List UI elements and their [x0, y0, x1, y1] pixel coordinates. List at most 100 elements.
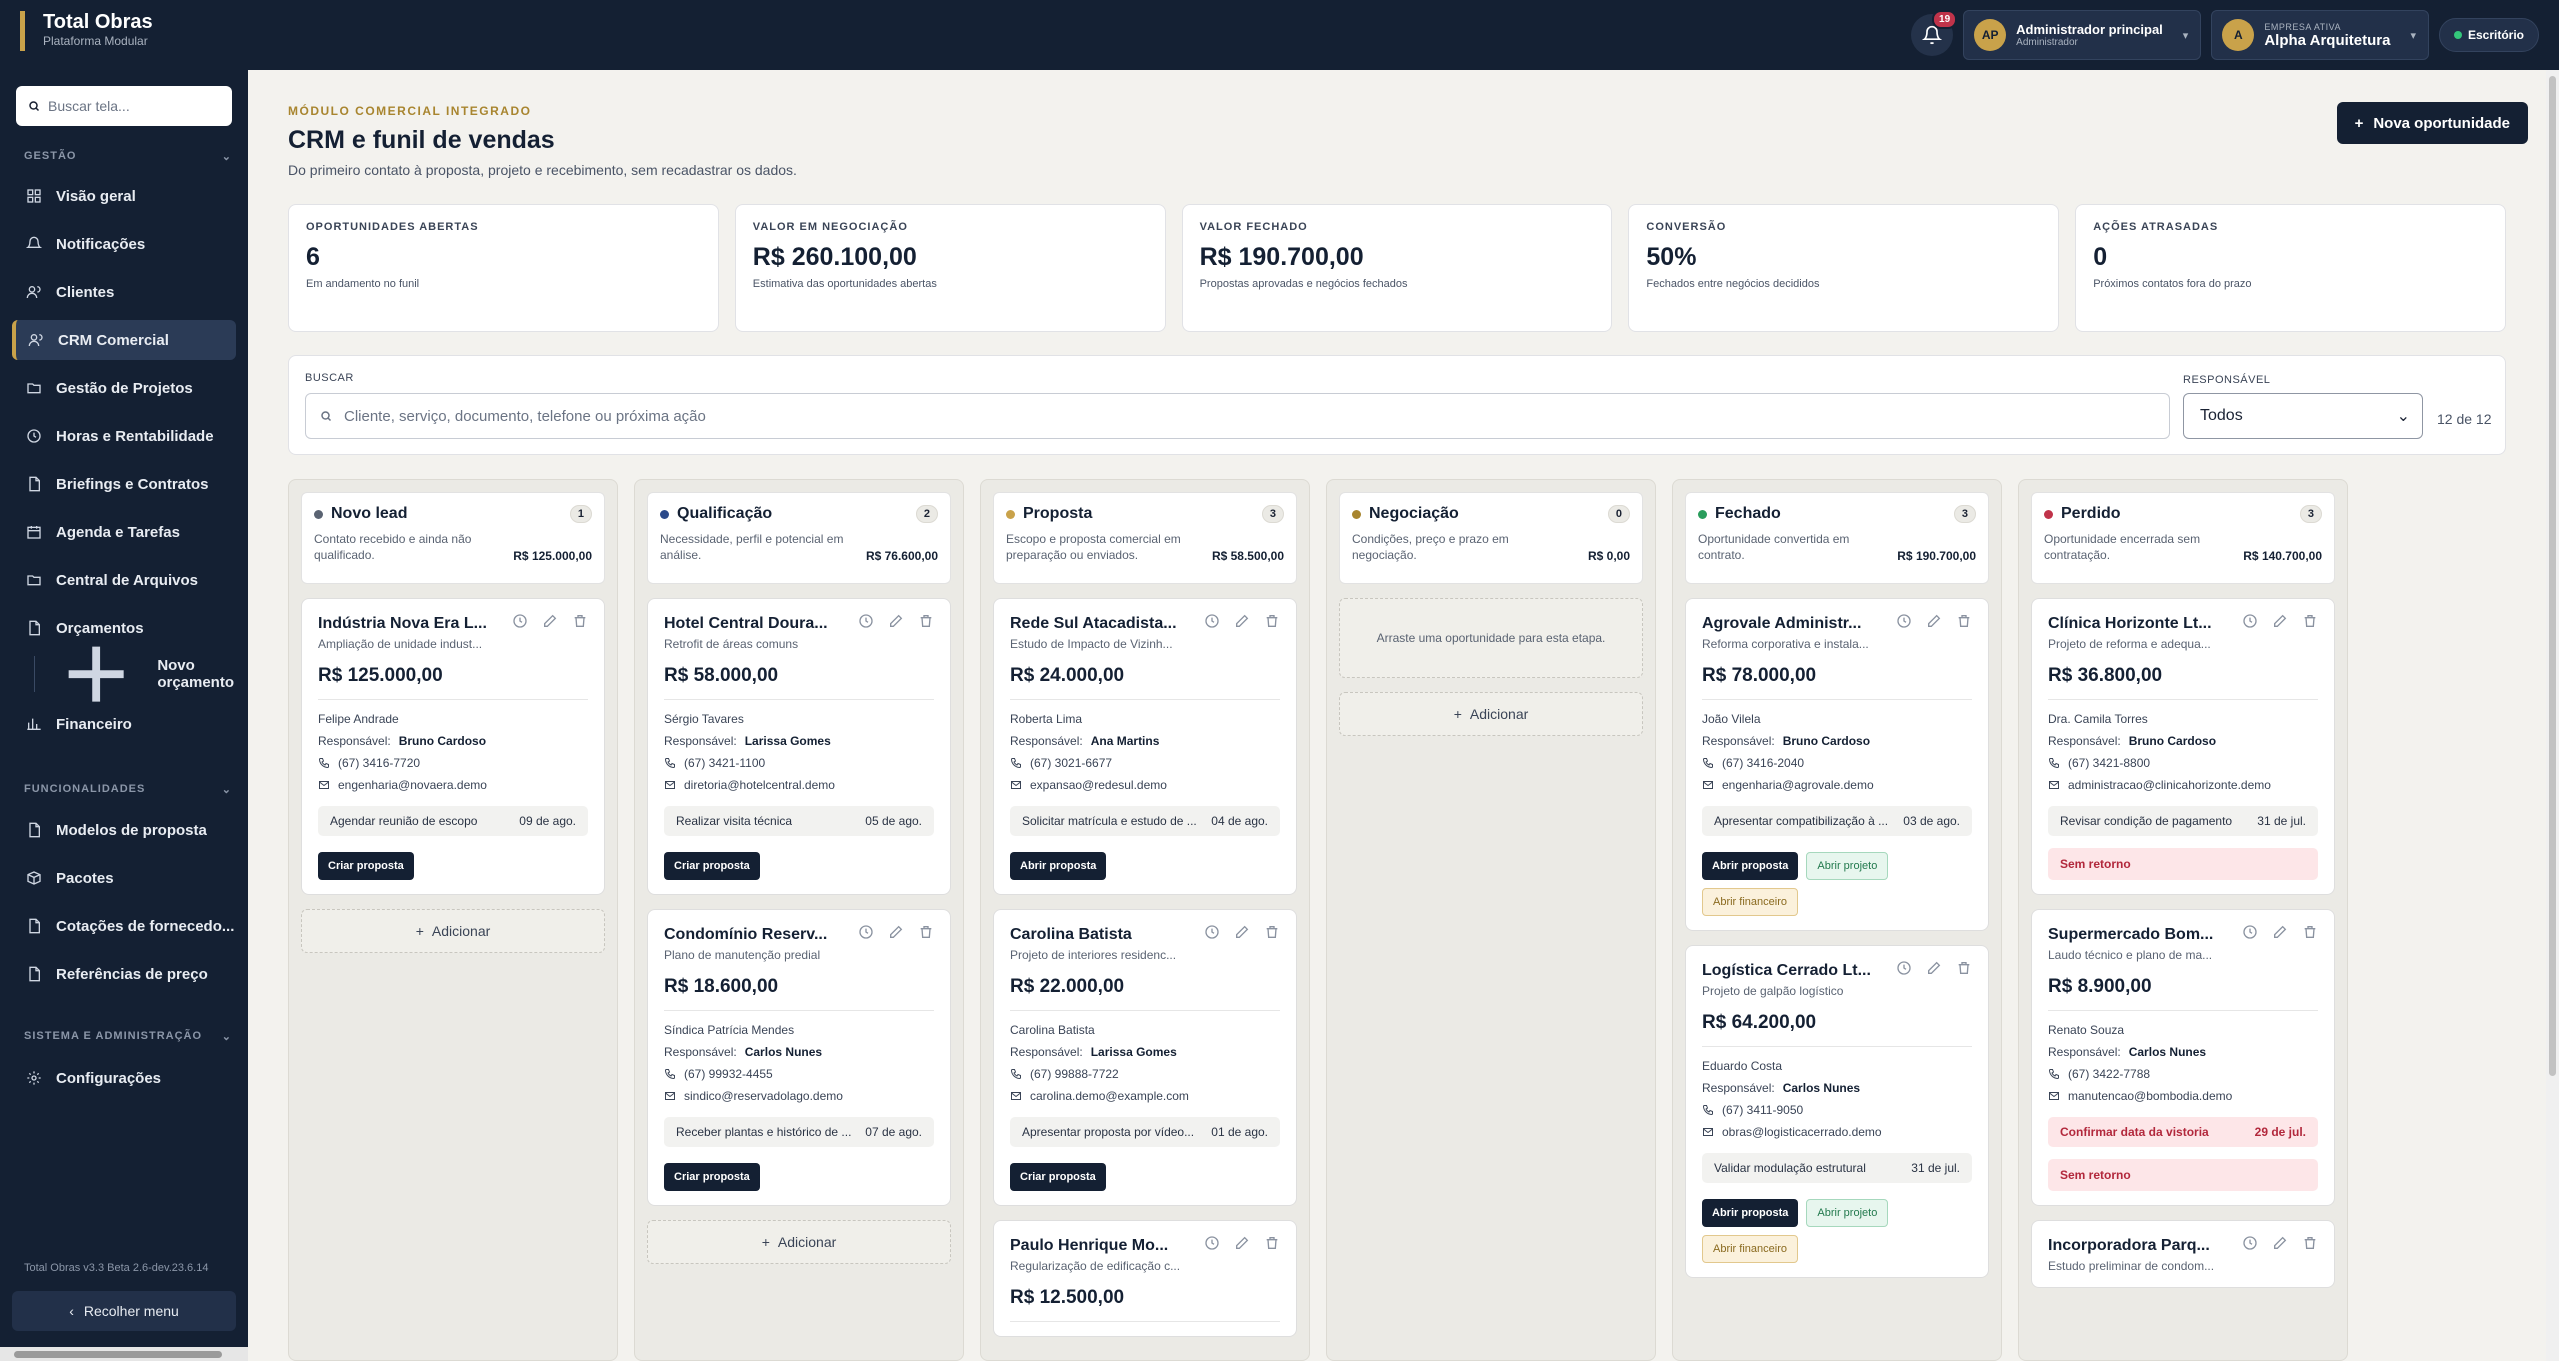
- scrollbar-thumb[interactable]: [2549, 76, 2556, 1076]
- delete-button[interactable]: [1264, 1235, 1280, 1256]
- delete-button[interactable]: [572, 613, 588, 634]
- opportunity-card[interactable]: Condomínio Reserv... Plano de manutenção…: [647, 909, 951, 1206]
- sidebar-search-input[interactable]: Buscar tela...: [16, 86, 232, 126]
- delete-button[interactable]: [918, 924, 934, 945]
- sidebar-item[interactable]: Referências de preço: [12, 954, 236, 994]
- edit-button[interactable]: [888, 613, 904, 634]
- kanban-column[interactable]: Negociação 0 Condições, preço e prazo em…: [1326, 479, 1656, 1361]
- history-button[interactable]: [2242, 1235, 2258, 1256]
- card-action-button[interactable]: Criar proposta: [1010, 1163, 1106, 1191]
- card-phone[interactable]: (67) 3421-1100: [664, 756, 934, 770]
- user-menu[interactable]: AP Administrador principal Administrador…: [1963, 10, 2202, 60]
- sidebar-item[interactable]: Modelos de proposta: [12, 810, 236, 850]
- card-action-button[interactable]: Criar proposta: [318, 852, 414, 880]
- new-opportunity-button[interactable]: + Nova oportunidade: [2336, 102, 2528, 144]
- history-button[interactable]: [2242, 924, 2258, 945]
- history-button[interactable]: [512, 613, 528, 634]
- card-action-button[interactable]: Abrir proposta: [1702, 852, 1799, 880]
- opportunity-card[interactable]: Carolina Batista Projeto de interiores r…: [993, 909, 1297, 1206]
- sidebar-item[interactable]: Horas e Rentabilidade: [12, 416, 236, 456]
- opportunity-card[interactable]: Indústria Nova Era L... Ampliação de uni…: [301, 598, 605, 895]
- opportunity-card[interactable]: Rede Sul Atacadista... Estudo de Impacto…: [993, 598, 1297, 895]
- delete-button[interactable]: [1956, 613, 1972, 634]
- history-button[interactable]: [1896, 960, 1912, 981]
- edit-button[interactable]: [888, 924, 904, 945]
- card-email[interactable]: manutencao@bombodia.demo: [2048, 1089, 2318, 1103]
- edit-button[interactable]: [1234, 1235, 1250, 1256]
- card-email[interactable]: carolina.demo@example.com: [1010, 1089, 1280, 1103]
- sidebar-item[interactable]: CRM Comercial: [12, 320, 236, 360]
- brand[interactable]: Total Obras Plataforma Modular: [20, 11, 153, 51]
- delete-button[interactable]: [2302, 613, 2318, 634]
- kanban-column[interactable]: Qualificação 2 Necessidade, perfil e pot…: [634, 479, 964, 1361]
- card-phone[interactable]: (67) 3021-6677: [1010, 756, 1280, 770]
- card-phone[interactable]: (67) 99888-7722: [1010, 1067, 1280, 1081]
- card-email[interactable]: obras@logisticacerrado.demo: [1702, 1125, 1972, 1139]
- vertical-scrollbar[interactable]: [2546, 70, 2559, 1361]
- search-input[interactable]: Cliente, serviço, documento, telefone ou…: [305, 393, 2170, 439]
- opportunity-card[interactable]: Clínica Horizonte Lt... Projeto de refor…: [2031, 598, 2335, 895]
- kanban-column[interactable]: Perdido 3 Oportunidade encerrada sem con…: [2018, 479, 2348, 1361]
- card-email[interactable]: administracao@clinicahorizonte.demo: [2048, 778, 2318, 792]
- notifications-button[interactable]: 19: [1911, 10, 1958, 56]
- card-action-button[interactable]: Criar proposta: [664, 852, 760, 880]
- delete-button[interactable]: [1264, 613, 1280, 634]
- history-button[interactable]: [858, 613, 874, 634]
- delete-button[interactable]: [2302, 1235, 2318, 1256]
- card-email[interactable]: diretoria@hotelcentral.demo: [664, 778, 934, 792]
- edit-button[interactable]: [1926, 613, 1942, 634]
- card-action-button[interactable]: Criar proposta: [664, 1163, 760, 1191]
- add-card-button[interactable]: + Adicionar: [647, 1220, 951, 1264]
- history-button[interactable]: [1896, 613, 1912, 634]
- card-email[interactable]: sindico@reservadolago.demo: [664, 1089, 934, 1103]
- card-action-button[interactable]: Abrir projeto: [1806, 852, 1889, 880]
- card-action-button[interactable]: Abrir proposta: [1702, 1199, 1799, 1227]
- opportunity-card[interactable]: Agrovale Administr... Reforma corporativ…: [1685, 598, 1989, 931]
- sidebar-item[interactable]: Financeiro: [12, 704, 236, 744]
- history-button[interactable]: [1204, 613, 1220, 634]
- card-action-button[interactable]: Abrir financeiro: [1702, 888, 1798, 916]
- card-phone[interactable]: (67) 99932-4455: [664, 1067, 934, 1081]
- history-button[interactable]: [2242, 613, 2258, 634]
- sidebar-item[interactable]: Visão geral: [12, 176, 236, 216]
- card-phone[interactable]: (67) 3416-7720: [318, 756, 588, 770]
- drop-zone[interactable]: Arraste uma oportunidade para esta etapa…: [1339, 598, 1643, 678]
- company-switcher[interactable]: A EMPRESA ATIVA Alpha Arquitetura ▾: [2211, 10, 2429, 60]
- horizontal-scrollbar[interactable]: [0, 1347, 248, 1361]
- sidebar-item[interactable]: Central de Arquivos: [12, 560, 236, 600]
- section-sistema[interactable]: SISTEMA E ADMINISTRAÇÃO ⌄: [24, 1030, 232, 1043]
- sidebar-item[interactable]: Cotações de fornecedo...: [12, 906, 236, 946]
- card-phone[interactable]: (67) 3416-2040: [1702, 756, 1972, 770]
- history-button[interactable]: [1204, 924, 1220, 945]
- sidebar-item[interactable]: Pacotes: [12, 858, 236, 898]
- edit-button[interactable]: [2272, 924, 2288, 945]
- edit-button[interactable]: [542, 613, 558, 634]
- edit-button[interactable]: [1234, 613, 1250, 634]
- add-card-button[interactable]: + Adicionar: [1339, 692, 1643, 736]
- card-phone[interactable]: (67) 3421-8800: [2048, 756, 2318, 770]
- delete-button[interactable]: [1956, 960, 1972, 981]
- sidebar-item[interactable]: Notificações: [12, 224, 236, 264]
- sidebar-item[interactable]: Gestão de Projetos: [12, 368, 236, 408]
- add-card-button[interactable]: + Adicionar: [301, 909, 605, 953]
- owner-select[interactable]: Todos ⌄: [2183, 393, 2423, 439]
- sidebar-item[interactable]: Novo orçamento: [34, 646, 234, 702]
- kanban-column[interactable]: Novo lead 1 Contato recebido e ainda não…: [288, 479, 618, 1361]
- sidebar-item[interactable]: Clientes: [12, 272, 236, 312]
- edit-button[interactable]: [2272, 1235, 2288, 1256]
- delete-button[interactable]: [918, 613, 934, 634]
- history-button[interactable]: [858, 924, 874, 945]
- scrollbar-thumb[interactable]: [14, 1351, 222, 1358]
- sidebar-item[interactable]: Agenda e Tarefas: [12, 512, 236, 552]
- card-action-button[interactable]: Abrir financeiro: [1702, 1235, 1798, 1263]
- delete-button[interactable]: [1264, 924, 1280, 945]
- edit-button[interactable]: [1926, 960, 1942, 981]
- collapse-menu-button[interactable]: ‹ Recolher menu: [12, 1291, 236, 1331]
- edit-button[interactable]: [1234, 924, 1250, 945]
- history-button[interactable]: [1204, 1235, 1220, 1256]
- opportunity-card[interactable]: Paulo Henrique Mo... Regularização de ed…: [993, 1220, 1297, 1337]
- sidebar-item[interactable]: Configurações: [12, 1058, 236, 1098]
- card-action-button[interactable]: Abrir projeto: [1806, 1199, 1889, 1227]
- edit-button[interactable]: [2272, 613, 2288, 634]
- delete-button[interactable]: [2302, 924, 2318, 945]
